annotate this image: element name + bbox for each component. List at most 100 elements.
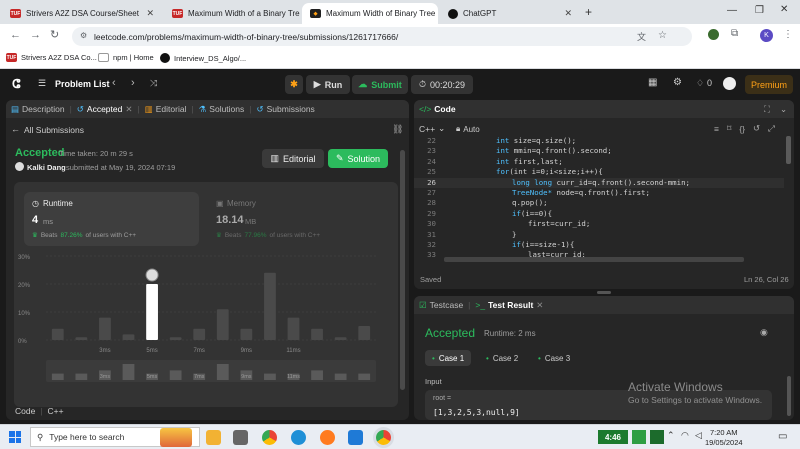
firefox-icon[interactable] [320, 430, 335, 445]
all-submissions-link[interactable]: All Submissions [24, 125, 84, 135]
case-2-tab[interactable]: • Case 2 [482, 350, 522, 366]
editor-scrollbar[interactable] [786, 136, 791, 164]
extension-icon[interactable] [708, 29, 719, 40]
bookmark-npm[interactable]: npm | Home [98, 53, 154, 62]
code-line[interactable]: 22 int size=q.size(); [414, 136, 784, 146]
volume-icon[interactable]: ◁ [695, 430, 702, 441]
battery-timer-badge[interactable]: 4:46 [598, 430, 628, 444]
new-tab-button[interactable]: + [585, 5, 592, 19]
submit-button[interactable]: ☁ Submit [352, 75, 408, 94]
code-line[interactable]: 27 TreeNode* node=q.front().first; [414, 188, 784, 198]
browser-tab-max-width-2[interactable]: ◆ Maximum Width of Binary Tree ✕ [302, 3, 438, 24]
chrome-active-icon[interactable] [376, 430, 391, 445]
code-line[interactable]: 24 int first,last; [414, 157, 784, 167]
vscode-icon[interactable] [348, 430, 363, 445]
collapse-icon[interactable]: ⌄ [780, 104, 787, 115]
wifi-icon[interactable]: ◠ [681, 430, 689, 441]
case-3-tab[interactable]: • Case 3 [534, 350, 574, 366]
profile-avatar[interactable]: K [760, 29, 773, 42]
extensions-puzzle-icon[interactable]: ⧉ [731, 28, 738, 39]
premium-button[interactable]: Premium [745, 75, 793, 94]
close-window-button[interactable]: ✕ [780, 4, 788, 15]
memory-card[interactable]: ▣ Memory 18.14 MB ♛ Beats 77.96% of user… [214, 192, 389, 246]
tab-description[interactable]: ▤ Description [6, 104, 70, 115]
site-info-icon[interactable]: ⚙ [80, 31, 87, 40]
tray-app-icon-2[interactable] [650, 430, 664, 444]
browser-tab-strivers[interactable]: TUF Strivers A2Z DSA Course/Sheet ✕ [2, 3, 162, 24]
solution-button[interactable]: ✎ Solution [328, 149, 388, 168]
left-panel-scrollbar[interactable] [400, 150, 405, 390]
forward-icon[interactable]: → [30, 29, 41, 41]
shuffle-icon[interactable]: ⤨ [150, 78, 157, 89]
camera-icon[interactable] [233, 430, 248, 445]
reload-icon[interactable]: ↻ [50, 28, 59, 41]
leetcode-logo[interactable]: ⵛ [12, 77, 20, 91]
streak-fire-icon[interactable]: ♢ [696, 78, 704, 89]
editor-h-scrollbar[interactable] [444, 257, 744, 262]
editorial-button[interactable]: ▥ Editorial [262, 149, 324, 168]
test-panel-scrollbar[interactable] [787, 376, 791, 416]
prev-problem-icon[interactable]: ‹ [112, 77, 116, 89]
back-icon[interactable]: ← [10, 29, 21, 41]
minimize-button[interactable]: — [727, 5, 737, 16]
runtime-card[interactable]: ◷ Runtime 4 ms ♛ Beats 87.26% of users w… [24, 192, 199, 246]
news-widget-icon[interactable] [160, 428, 192, 447]
next-problem-icon[interactable]: › [131, 77, 135, 89]
tab-testcase[interactable]: ☑ Testcase [414, 300, 468, 311]
reset-icon[interactable]: ↺ [753, 123, 760, 134]
tab-code[interactable]: </> Code [414, 104, 461, 114]
browser-tab-max-width-1[interactable]: TUF Maximum Width of a Binary Tre ✕ [164, 3, 300, 24]
clock-time[interactable]: 7:20 AM [710, 428, 738, 437]
debug-button[interactable]: ✱ [285, 75, 303, 94]
tab-submissions[interactable]: ↺ Submissions [251, 104, 319, 115]
language-select[interactable]: C++ ⌄ [419, 123, 445, 134]
tab-accepted[interactable]: ↺ Accepted ✕ [72, 104, 138, 115]
chrome-icon[interactable] [262, 430, 277, 445]
browser-tab-chatgpt[interactable]: ChatGPT ✕ [440, 3, 580, 24]
close-icon[interactable]: ✕ [146, 8, 154, 19]
bookmark-interview[interactable]: Interview_DS_Algo/... [160, 53, 246, 63]
runtime-distribution-chart[interactable]: 30% 20% 10% 0% 3ms 5ms 7ms 9ms 11ms 3ms 5ms 7ms 9ms 1… [14, 250, 398, 390]
windows-start-icon[interactable] [9, 431, 21, 443]
maximize-icon[interactable]: ⛶ [764, 104, 770, 115]
back-arrow-icon[interactable]: ← [11, 124, 20, 134]
layout-icon[interactable]: ▦ [648, 77, 657, 88]
code-line[interactable]: 32 if(i==size-1){ [414, 240, 784, 250]
notification-icon[interactable]: ▭ [778, 431, 787, 442]
close-icon[interactable]: ✕ [536, 300, 543, 311]
eye-icon[interactable]: ◉ [760, 327, 768, 338]
tab-test-result[interactable]: >_ Test Result ✕ [470, 300, 548, 311]
bookmark-strivers[interactable]: TUF Strivers A2Z DSA Co... [6, 53, 97, 62]
timer-display[interactable]: ⏱ 00:20:29 [411, 75, 473, 94]
close-icon[interactable]: ✕ [564, 8, 572, 19]
code-line[interactable]: 25 for(int i=0;i<size;i++){ [414, 167, 784, 177]
tab-solutions[interactable]: ⚗ Solutions [194, 104, 250, 115]
link-icon[interactable]: ⛓ [392, 124, 403, 135]
translate-icon[interactable]: 文 [637, 30, 646, 43]
settings-icon[interactable]: ⚙ [673, 77, 682, 88]
case-1-tab[interactable]: • Case 1 [425, 350, 472, 366]
format-icon[interactable]: ≡ [714, 124, 719, 134]
auto-mode-toggle[interactable]: 🔒︎ Auto [456, 124, 480, 134]
code-line[interactable]: 31} [414, 230, 784, 240]
url-field[interactable]: ⚙ leetcode.com/problems/maximum-width-of… [72, 27, 692, 46]
bookmark-icon[interactable]: ⌑ [727, 123, 731, 134]
tray-app-icon[interactable] [632, 430, 646, 444]
code-line[interactable]: 30 first=curr_id; [414, 219, 784, 229]
file-explorer-icon[interactable] [206, 430, 221, 445]
bookmark-star-icon[interactable]: ☆ [658, 30, 667, 41]
tray-chevron-icon[interactable]: ⌃ [667, 430, 675, 441]
user-avatar[interactable] [723, 77, 736, 90]
code-editor[interactable]: 22 int size=q.size(); 23 int mmin=q.front()… [414, 136, 784, 262]
fullscreen-icon[interactable]: ⤢ [768, 123, 775, 134]
code-line[interactable]: 28 q.pop(); [414, 198, 784, 208]
close-icon[interactable]: ✕ [125, 104, 132, 115]
code-line[interactable]: 23 int mmin=q.front().second; [414, 146, 784, 156]
problem-list-link[interactable]: Problem List [55, 79, 110, 89]
panel-resize-handle[interactable] [597, 291, 611, 294]
run-button[interactable]: ▶ Run [306, 75, 350, 94]
submitter-name[interactable]: Kalki Dang [27, 163, 66, 172]
edge-icon[interactable] [291, 430, 306, 445]
restore-button[interactable]: ❐ [755, 5, 764, 16]
menu-kebab-icon[interactable]: ⋮ [783, 29, 793, 40]
